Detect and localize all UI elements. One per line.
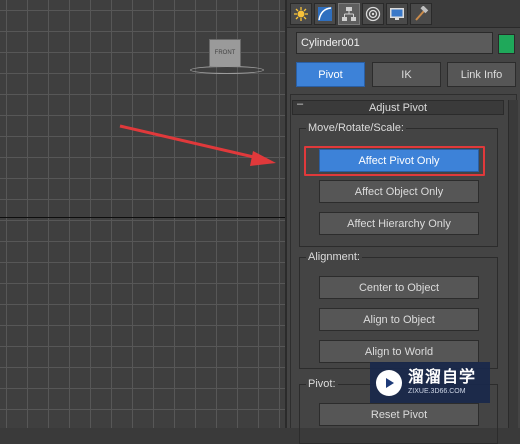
play-logo-icon	[376, 369, 402, 396]
watermark-title: 溜溜自学	[408, 368, 477, 386]
watermark-url: ZIXUE.3D66.COM	[408, 387, 466, 395]
watermark: 溜溜自学 ZIXUE.3D66.COM	[370, 362, 490, 403]
